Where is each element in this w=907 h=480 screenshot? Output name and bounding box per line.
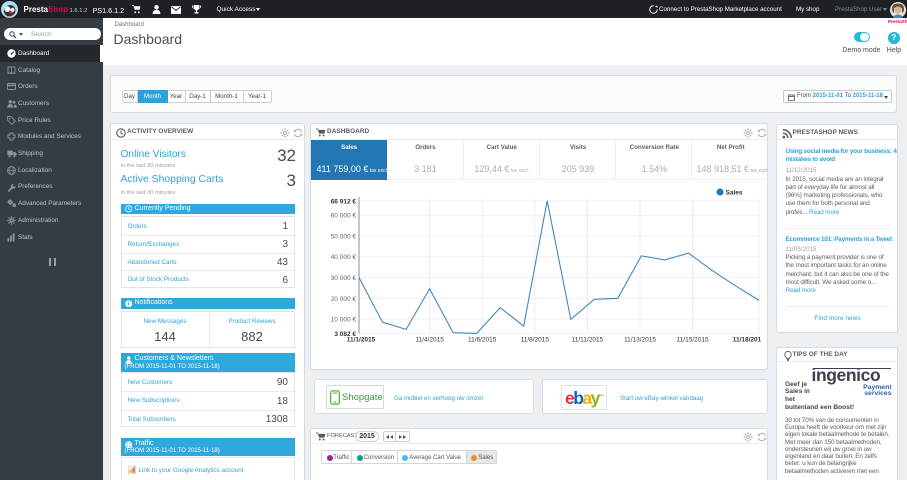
- svg-text:10 000 €: 10 000 €: [331, 317, 357, 324]
- svg-text:66 912 €: 66 912 €: [331, 199, 357, 206]
- svg-text:60 000 €: 60 000 €: [331, 213, 357, 220]
- svg-text:11/15/2015: 11/15/2015: [677, 337, 709, 344]
- svg-text:Sales: Sales: [726, 190, 743, 197]
- svg-text:11/8/2015: 11/8/2015: [521, 337, 550, 344]
- svg-text:50 000 €: 50 000 €: [331, 234, 357, 241]
- svg-text:11/13/2015: 11/13/2015: [624, 337, 656, 344]
- svg-text:40 000 €: 40 000 €: [331, 255, 357, 262]
- svg-text:11/1/2015: 11/1/2015: [347, 337, 376, 344]
- svg-text:30 000 €: 30 000 €: [331, 275, 357, 282]
- svg-text:11/11/2015: 11/11/2015: [572, 337, 604, 344]
- svg-text:11/4/2015: 11/4/2015: [415, 337, 444, 344]
- svg-text:11/6/2015: 11/6/2015: [468, 337, 497, 344]
- svg-text:20 000 €: 20 000 €: [331, 296, 357, 303]
- svg-text:11/18/201: 11/18/201: [733, 337, 762, 344]
